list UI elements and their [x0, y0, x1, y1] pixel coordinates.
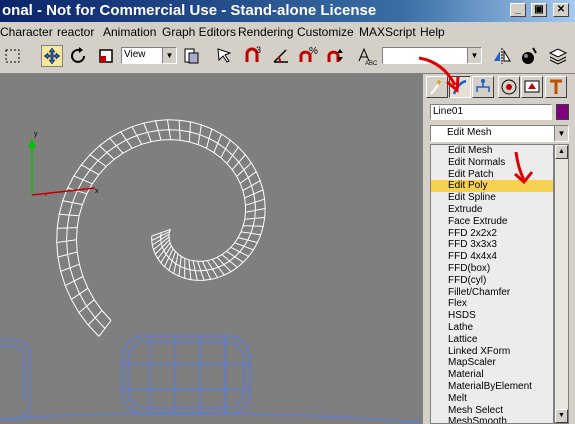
layer-manager-icon[interactable] [547, 45, 569, 67]
chevron-down-icon: ▼ [554, 126, 568, 141]
modifier-list-item[interactable]: Lathe [431, 322, 553, 334]
svg-text:3: 3 [256, 45, 261, 55]
spiral-mesh [56, 119, 266, 337]
modifier-list-item[interactable]: Fillet/Chamfer [431, 287, 553, 299]
tab-display[interactable] [521, 76, 543, 98]
menu-bar: Character reactor Animation Graph Editor… [0, 22, 575, 42]
coord-system-dropdown[interactable]: View ▼ [121, 47, 177, 64]
svg-text:%: % [309, 46, 318, 57]
maximize-button[interactable]: ▣ [531, 3, 547, 17]
modifier-list-item[interactable]: MapScaler [431, 357, 553, 369]
main-toolbar: View ▼ 3 % ABC ▼ [0, 41, 575, 74]
align-icon[interactable] [518, 45, 540, 67]
percent-snap-icon[interactable]: % [297, 45, 319, 67]
modifier-list-item[interactable]: Mesh Select [431, 405, 553, 417]
modifier-list-item[interactable]: Edit Spline [431, 192, 553, 204]
modifier-list-item[interactable]: HSDS [431, 310, 553, 322]
menu-reactor[interactable]: reactor [57, 25, 94, 39]
modifier-list-item[interactable]: FFD 2x2x2 [431, 228, 553, 240]
modifier-list-item[interactable]: Flex [431, 298, 553, 310]
select-manipulate-icon[interactable] [214, 45, 236, 67]
menu-maxscript[interactable]: MAXScript [359, 25, 416, 39]
y-axis-label: y [34, 131, 38, 138]
chevron-down-icon: ▼ [162, 48, 176, 63]
modifier-list-item[interactable]: Linked XForm [431, 346, 553, 358]
blue-wireframe-object [0, 335, 421, 423]
snap-3d-icon[interactable]: 3 [242, 45, 264, 67]
menu-customize[interactable]: Customize [297, 25, 354, 39]
modifier-list-item[interactable]: FFD(box) [431, 263, 553, 275]
angle-snap-icon[interactable] [270, 45, 292, 67]
svg-text:ABC: ABC [365, 61, 378, 67]
modifier-list-dropdown[interactable]: Edit Mesh ▼ [430, 125, 569, 142]
menu-rendering[interactable]: Rendering [238, 25, 293, 39]
spinner-snap-icon[interactable] [325, 45, 347, 67]
modifier-list-item[interactable]: Extrude [431, 204, 553, 216]
modifier-list-value: Edit Mesh [447, 127, 492, 138]
viewport-canvas: y x [0, 119, 421, 423]
rotate-icon[interactable] [68, 45, 90, 67]
window-title: onal - Not for Commercial Use - Stand-al… [2, 2, 377, 19]
menu-graph-editors[interactable]: Graph Editors [162, 25, 236, 39]
select-region-icon[interactable] [2, 45, 24, 67]
x-axis-label: x [95, 188, 99, 195]
modifier-list-item[interactable]: FFD 3x3x3 [431, 239, 553, 251]
close-button[interactable]: ✕ [553, 3, 569, 17]
modifier-list-item[interactable]: FFD(cyl) [431, 275, 553, 287]
mirror-icon[interactable] [491, 45, 513, 67]
select-move-icon[interactable] [41, 45, 63, 67]
menu-animation[interactable]: Animation [103, 25, 156, 39]
menu-help[interactable]: Help [420, 25, 445, 39]
scale-icon[interactable] [95, 45, 117, 67]
menu-character[interactable]: Character [0, 25, 53, 39]
scroll-down-icon[interactable]: ▼ [555, 409, 568, 423]
annotation-arrow-modify-tab [418, 56, 460, 93]
command-panel: Line01 Edit Mesh ▼ Edit Mesh Edit Normals… [421, 74, 575, 424]
modifier-list-item[interactable]: FFD 4x4x4 [431, 251, 553, 263]
edit-named-selection-icon[interactable]: ABC [356, 45, 378, 67]
tab-utilities[interactable] [545, 76, 567, 98]
coord-system-value: View [124, 49, 146, 60]
modifier-list-scrollbar[interactable]: ▲ ▼ [554, 144, 569, 424]
pivot-center-icon[interactable] [181, 45, 203, 67]
title-bar: onal - Not for Commercial Use - Stand-al… [0, 0, 575, 22]
annotation-arrow-edit-poly [514, 151, 534, 185]
axis-gizmo: y x [28, 131, 99, 196]
object-color-swatch[interactable] [556, 104, 569, 120]
tab-hierarchy[interactable] [472, 76, 494, 98]
tab-motion[interactable] [498, 76, 520, 98]
modifier-list-item[interactable]: Face Extrude [431, 216, 553, 228]
minimize-button[interactable]: _ [510, 3, 526, 17]
modifier-list-item[interactable]: MaterialByElement [431, 381, 553, 393]
modifier-list-item[interactable]: Melt [431, 393, 553, 405]
modifier-list-item[interactable]: MeshSmooth [431, 416, 553, 423]
perspective-viewport[interactable]: y x [0, 74, 421, 424]
scroll-up-icon[interactable]: ▲ [555, 145, 568, 159]
modifier-list-item[interactable]: Lattice [431, 334, 553, 346]
modifier-list-item[interactable]: Material [431, 369, 553, 381]
object-name-field[interactable]: Line01 [430, 104, 552, 120]
